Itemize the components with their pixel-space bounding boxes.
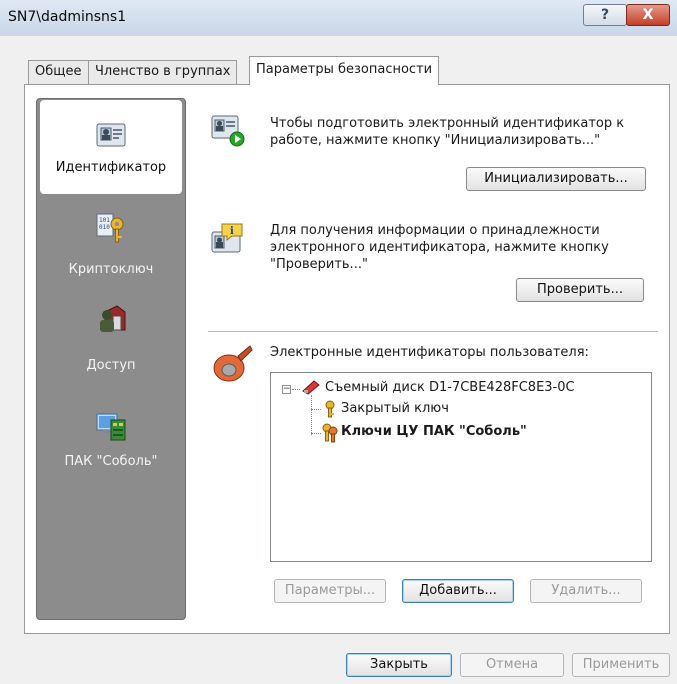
apply-button[interactable]: Применить (572, 653, 670, 677)
close-button[interactable]: Закрыть (346, 653, 452, 677)
check-description: Для получения информации о принадлежност… (270, 223, 609, 272)
tree-line (311, 433, 321, 434)
tab-general[interactable]: Общее (28, 60, 89, 84)
svg-text:010: 010 (99, 224, 110, 231)
window-title: SN7\dadminsns1 (8, 9, 127, 25)
svg-text:i: i (230, 226, 234, 237)
id-card-icon (96, 123, 126, 147)
crypto-key-icon: 101 010 (96, 213, 124, 243)
delete-button[interactable]: Удалить... (530, 579, 642, 603)
add-button[interactable]: Добавить... (402, 579, 514, 603)
access-user-icon (100, 305, 126, 332)
sobol-board-icon (96, 413, 126, 441)
svg-text:101: 101 (99, 217, 110, 224)
sidebar-item-label: Идентификатор (55, 160, 167, 175)
sidebar-item-sobol[interactable]: ПАК "Соболь" (36, 410, 186, 480)
initialize-description: Чтобы подготовить электронный идентифика… (270, 116, 625, 148)
tree-item-private-key[interactable]: Закрытый ключ (341, 401, 449, 416)
tree-item-sobol-keys[interactable]: Ключи ЦУ ПАК "Соболь" (341, 424, 527, 439)
initialize-icon (211, 115, 245, 147)
identifier-token-icon (213, 345, 253, 382)
tab-security-settings[interactable]: Параметры безопасности (249, 56, 440, 85)
separator (208, 331, 658, 332)
sidebar-item-access[interactable]: Доступ (36, 302, 186, 373)
sidebar-item-label: Доступ (86, 358, 136, 373)
private-key-icon (325, 400, 335, 418)
tree-line (311, 409, 321, 410)
close-window-button[interactable]: X (626, 4, 670, 26)
removable-disk-icon (302, 380, 320, 395)
tree-expander[interactable]: − (282, 385, 291, 394)
tree-line (292, 389, 300, 390)
check-button[interactable]: Проверить... (516, 278, 644, 302)
check-ownership-icon: i (211, 223, 243, 253)
tree-item-root[interactable]: Съемный диск D1-7CBE428FC8E3-0C (325, 380, 575, 395)
tab-group-membership[interactable]: Членство в группах (88, 60, 238, 84)
sidebar-item-label: Криптоключ (68, 262, 154, 277)
parameters-button[interactable]: Параметры... (274, 579, 386, 603)
identifiers-tree[interactable]: − Съемный диск D1-7CBE428FC8E3-0C Закрыт… (270, 372, 652, 562)
sidebar-item-label: ПАК "Соболь" (64, 454, 158, 469)
initialize-button[interactable]: Инициализировать... (466, 167, 646, 191)
identifiers-label: Электронные идентификаторы пользователя: (270, 345, 589, 360)
help-button[interactable]: ? (583, 4, 627, 26)
sidebar-item-cryptokey[interactable]: 101 010 Криптоключ (36, 212, 186, 282)
cancel-button[interactable]: Отмена (460, 653, 564, 677)
sidebar-item-identifier[interactable]: Идентификатор (40, 100, 182, 194)
sobol-keys-icon (322, 423, 338, 443)
title-bar: SN7\dadminsns1 ? X (0, 0, 677, 37)
tree-line (311, 395, 312, 435)
